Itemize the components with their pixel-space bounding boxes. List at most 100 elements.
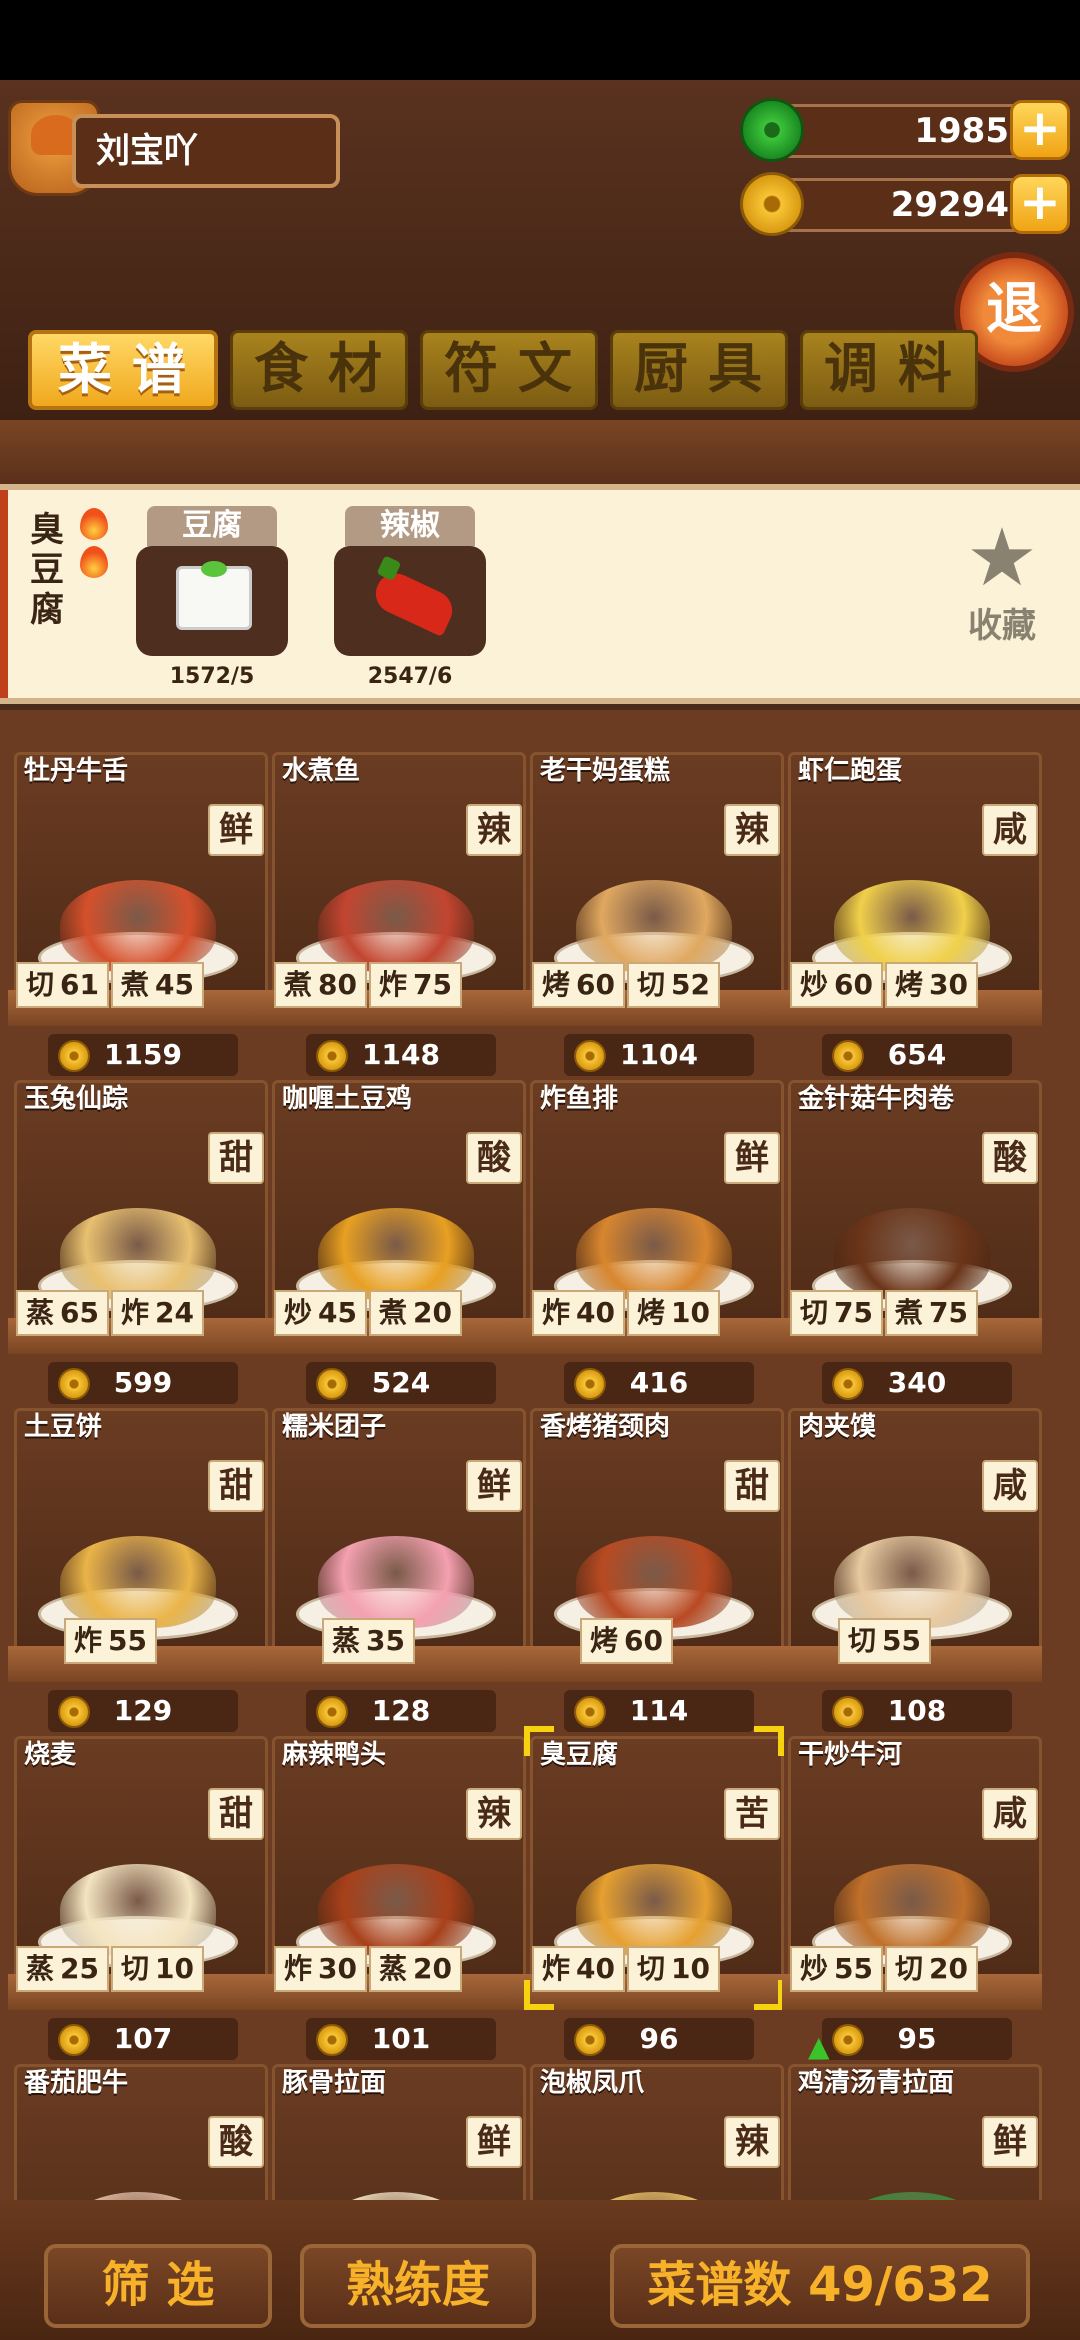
tab-utensils[interactable]: 厨具 <box>610 330 788 410</box>
ingredient-chili[interactable]: 辣椒 2547/6 <box>334 506 486 689</box>
recipe-card[interactable]: 番茄肥牛酸 <box>8 2064 268 2200</box>
recipe-card[interactable]: 肉夹馍咸切 55 108 <box>782 1408 1042 1736</box>
recipe-price: 524 <box>306 1362 496 1404</box>
coin-icon <box>574 1040 606 1072</box>
food <box>576 1208 732 1300</box>
price-value: 599 <box>113 1366 173 1399</box>
flavor-badge: 鲜 <box>724 1132 780 1184</box>
coin-currency: 29294 + <box>740 172 1070 236</box>
skill-value: 20 <box>413 1296 452 1329</box>
skill-requirement: 蒸 35 <box>322 1618 415 1664</box>
jade-currency: 1985 + <box>740 98 1070 162</box>
selection-corner <box>754 1980 784 2010</box>
ingredient-name: 豆腐 <box>147 506 277 546</box>
recipe-price: 128 <box>306 1690 496 1732</box>
recipe-card[interactable]: 水煮鱼辣煮 80 炸 75 1148 <box>266 752 526 1080</box>
recipe-name: 金针菇牛肉卷 <box>798 1084 955 1114</box>
recipe-card[interactable]: 咖喱土豆鸡酸炒 45 煮 20 524 <box>266 1080 526 1408</box>
recipe-card[interactable]: 香烤猪颈肉甜烤 60 114 <box>524 1408 784 1736</box>
skill-type: 切 <box>120 1952 149 1985</box>
recipe-name: 玉兔仙踪 <box>24 1084 129 1114</box>
ingredient-count: 2547/6 <box>367 664 453 689</box>
flavor-badge: 甜 <box>208 1788 264 1840</box>
skill-value: 55 <box>108 1624 147 1657</box>
category-tabs: 菜谱 食材 符文 厨具 调料 <box>28 330 978 410</box>
skill-requirements: 蒸 35 <box>322 1618 415 1664</box>
food <box>576 1864 732 1956</box>
coin-icon <box>58 1040 90 1072</box>
recipe-card[interactable]: 玉兔仙踪甜蒸 65 炸 24 599 <box>8 1080 268 1408</box>
skill-requirements: 切 61 煮 45 <box>16 962 204 1008</box>
recipe-card[interactable]: 牡丹牛舌鲜切 61 煮 45 1159 <box>8 752 268 1080</box>
tab-seasonings[interactable]: 调料 <box>800 330 978 410</box>
flavor-badge: 鲜 <box>466 1460 522 1512</box>
recipe-card[interactable]: 虾仁跑蛋咸炒 60 烤 30 654 <box>782 752 1042 1080</box>
food <box>318 2192 474 2200</box>
tab-recipes[interactable]: 菜谱 <box>28 330 218 410</box>
filter-button[interactable]: 筛 选 <box>44 2244 272 2328</box>
recipe-name: 牡丹牛舌 <box>24 756 129 786</box>
recipe-card[interactable]: 土豆饼甜炸 55 129 <box>8 1408 268 1736</box>
skill-value: 35 <box>366 1624 405 1657</box>
recipe-price: 101 <box>306 2018 496 2060</box>
skill-requirement: 炸 24 <box>110 1290 204 1336</box>
skill-value: 60 <box>834 968 873 1001</box>
player-info[interactable]: 刘宝吖 <box>8 100 340 200</box>
skill-value: 52 <box>671 968 710 1001</box>
coin-icon <box>316 1040 348 1072</box>
food <box>576 1536 732 1628</box>
tab-runes[interactable]: 符文 <box>420 330 598 410</box>
skill-type: 蒸 <box>332 1624 361 1657</box>
recipe-card[interactable]: 臭豆腐苦炸 40 切 10 96 <box>524 1736 784 2064</box>
price-value: 654 <box>887 1038 947 1071</box>
ingredient-tofu[interactable]: 豆腐 1572/5 <box>136 506 288 689</box>
recipe-count-button[interactable]: 菜谱数 49/632 <box>610 2244 1030 2328</box>
skill-requirement: 煮 75 <box>884 1290 978 1336</box>
recipe-card[interactable]: 豚骨拉面鲜 <box>266 2064 526 2200</box>
skill-type: 炸 <box>542 1296 571 1329</box>
skill-value: 55 <box>882 1624 921 1657</box>
recipe-card[interactable]: 金针菇牛肉卷酸切 75 煮 75 340 <box>782 1080 1042 1408</box>
skill-value: 80 <box>318 968 357 1001</box>
recipe-card[interactable]: 炸鱼排鲜炸 40 烤 10 416 <box>524 1080 784 1408</box>
coin-icon <box>574 2024 606 2056</box>
price-value: 1159 <box>104 1038 182 1071</box>
recipe-card[interactable]: 泡椒凤爪辣 <box>524 2064 784 2200</box>
recipe-card[interactable]: 麻辣鸭头辣炸 30 蒸 20 101 <box>266 1736 526 2064</box>
flavor-badge: 酸 <box>982 1132 1038 1184</box>
skill-requirements: 蒸 25 切 10 <box>16 1946 204 1992</box>
skill-requirement: 切 61 <box>16 962 109 1008</box>
add-jade-button[interactable]: + <box>1010 100 1070 160</box>
skill-requirement: 蒸 25 <box>16 1946 109 1992</box>
favorite-button[interactable]: ★ 收藏 <box>952 518 1052 647</box>
recipe-price: 1159 <box>48 1034 238 1076</box>
recipe-price: 96 <box>564 2018 754 2060</box>
coin-icon <box>740 172 804 236</box>
skill-type: 切 <box>636 968 665 1001</box>
ingredient-slot <box>334 546 486 656</box>
add-coins-button[interactable]: + <box>1010 174 1070 234</box>
recipe-card[interactable]: 烧麦甜蒸 25 切 10 107 <box>8 1736 268 2064</box>
recipe-card[interactable]: 鸡清汤青拉面鲜 <box>782 2064 1042 2200</box>
recipe-card[interactable]: 糯米团子鲜蒸 35 128 <box>266 1408 526 1736</box>
recipe-card[interactable]: 干炒牛河咸炒 55 切 20 ▲ 95 <box>782 1736 1042 2064</box>
skill-value: 20 <box>929 1952 968 1985</box>
proficiency-button[interactable]: 熟练度 <box>300 2244 536 2328</box>
skill-requirement: 炒 60 <box>790 962 883 1008</box>
skill-value: 55 <box>834 1952 873 1985</box>
price-value: 1148 <box>362 1038 440 1071</box>
skill-requirement: 切 75 <box>790 1290 883 1336</box>
skill-value: 60 <box>624 1624 663 1657</box>
skill-requirement: 切 10 <box>626 1946 720 1992</box>
skill-requirements: 炒 60 烤 30 <box>790 962 978 1008</box>
coin-icon <box>316 1368 348 1400</box>
food <box>834 880 990 972</box>
skill-requirement: 煮 45 <box>110 962 204 1008</box>
tab-ingredients[interactable]: 食材 <box>230 330 408 410</box>
recipe-name: 土豆饼 <box>24 1412 103 1442</box>
recipe-card[interactable]: 老干妈蛋糕辣烤 60 切 52 1104 <box>524 752 784 1080</box>
coin-icon <box>58 1696 90 1728</box>
skill-value: 10 <box>671 1952 710 1985</box>
recipe-name: 炸鱼排 <box>540 1084 619 1114</box>
food <box>318 1208 474 1300</box>
